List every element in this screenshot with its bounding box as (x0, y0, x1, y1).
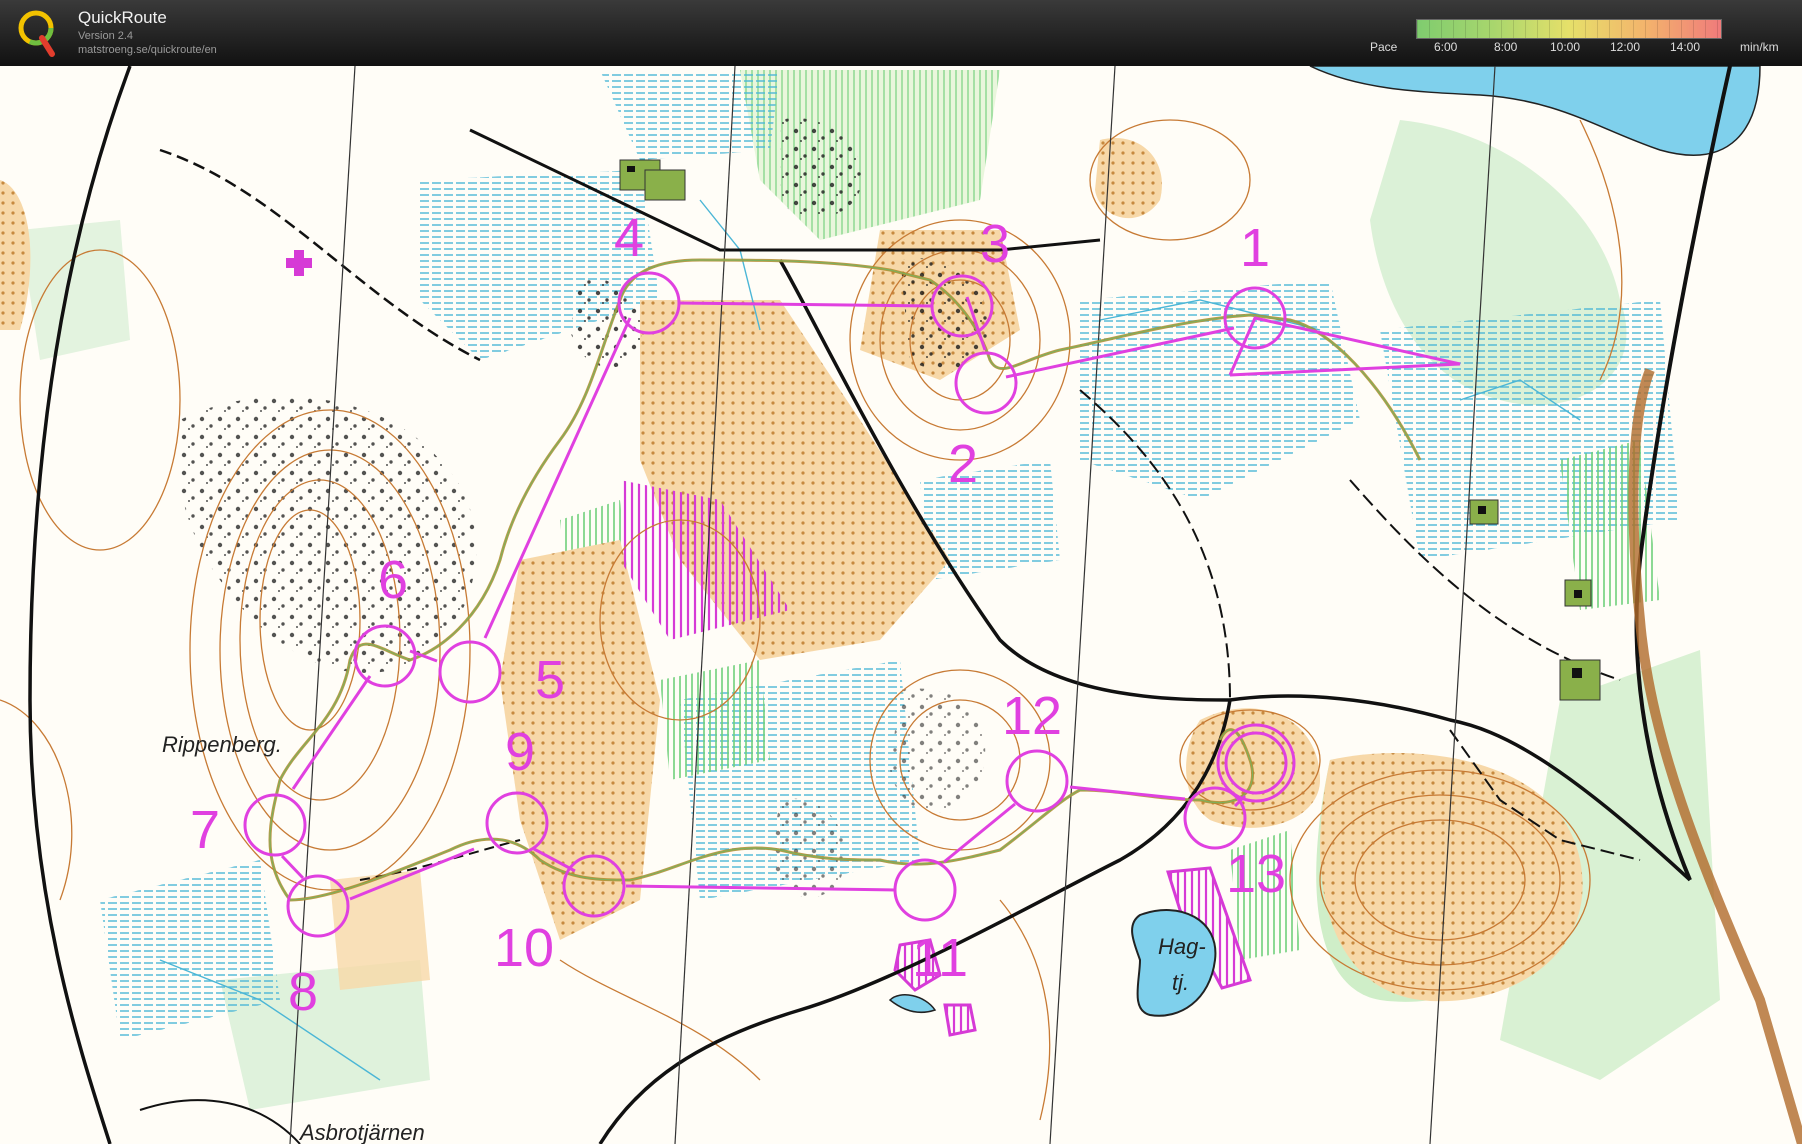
control-number-10: 10 (494, 918, 554, 978)
app-header: QuickRoute Version 2.4 matstroeng.se/qui… (0, 0, 1802, 66)
map-canvas[interactable]: 1 2 3 4 5 6 7 8 9 10 11 12 13 Rippenberg… (0, 66, 1802, 1144)
place-name-hagtjarn-2: tj. (1172, 970, 1189, 995)
pace-tick: 6:00 (1434, 40, 1458, 54)
place-name-rippenberg: Rippenberg. (162, 732, 282, 757)
quickroute-logo-icon (18, 10, 55, 57)
pace-unit: min/km (1740, 40, 1779, 54)
pace-label: Pace (1370, 40, 1398, 54)
control-number-7: 7 (190, 800, 220, 860)
control-number-9: 9 (505, 722, 535, 782)
control-number-13: 13 (1226, 844, 1286, 904)
control-number-8: 8 (288, 962, 318, 1022)
control-number-5: 5 (535, 650, 565, 710)
place-name-asbrotjarnen: Asbrotjärnen (298, 1120, 425, 1144)
control-number-11: 11 (912, 928, 968, 988)
control-number-6: 6 (378, 550, 408, 610)
app-title: QuickRoute (78, 8, 167, 27)
pace-tick: 12:00 (1610, 40, 1641, 54)
pace-tick: 10:00 (1550, 40, 1581, 54)
pace-tick: 14:00 (1670, 40, 1701, 54)
control-number-2: 2 (948, 434, 978, 494)
orienteering-map[interactable]: 1 2 3 4 5 6 7 8 9 10 11 12 13 Rippenberg… (0, 66, 1802, 1144)
control-number-4: 4 (614, 208, 644, 268)
pace-color-bar (1416, 19, 1722, 39)
app-version: Version 2.4 (78, 30, 134, 42)
pace-tick: 8:00 (1494, 40, 1518, 54)
app-url[interactable]: matstroeng.se/quickroute/en (78, 44, 217, 56)
place-name-hagtjarn: Hag- (1158, 934, 1206, 959)
control-number-1: 1 (1240, 218, 1270, 278)
control-number-3: 3 (980, 214, 1010, 274)
control-number-12: 12 (1002, 686, 1062, 746)
